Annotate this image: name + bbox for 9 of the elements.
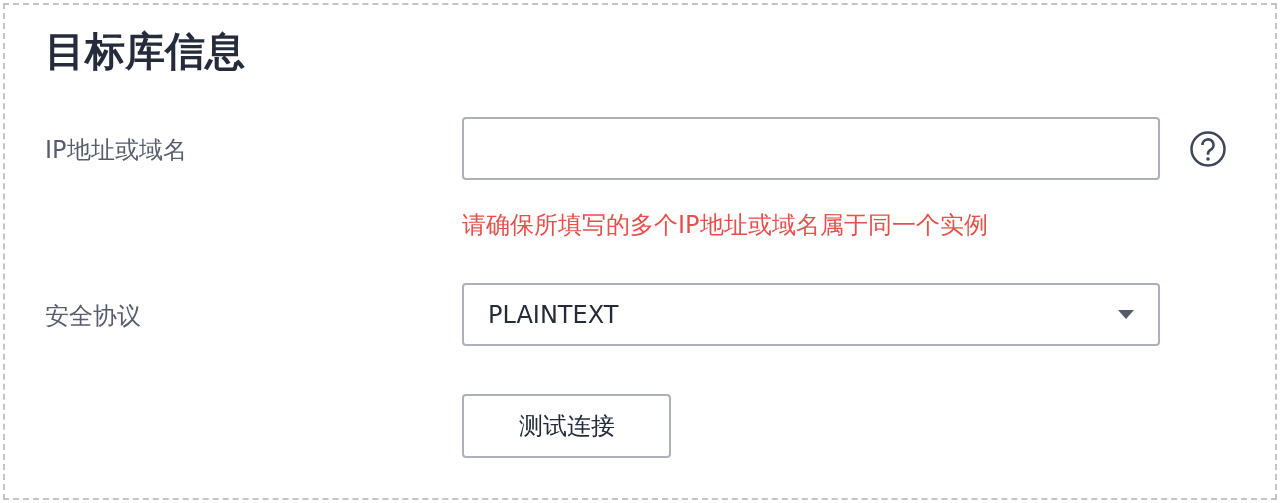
field-label: IP地址或域名 — [45, 135, 188, 166]
test-connection-button[interactable]: 测试连接 — [462, 394, 671, 458]
help-icon[interactable] — [1189, 129, 1227, 168]
caret-icon — [1118, 309, 1134, 320]
section-title: 目标库信息 — [45, 27, 246, 76]
input-field[interactable] — [462, 117, 1160, 180]
field-label: 安全协议 — [45, 301, 142, 332]
error-message: 请确保所填写的多个IP地址或域名属于同一个实例 — [462, 210, 988, 240]
protocol-select[interactable]: PLAINTEXT — [462, 283, 1160, 346]
